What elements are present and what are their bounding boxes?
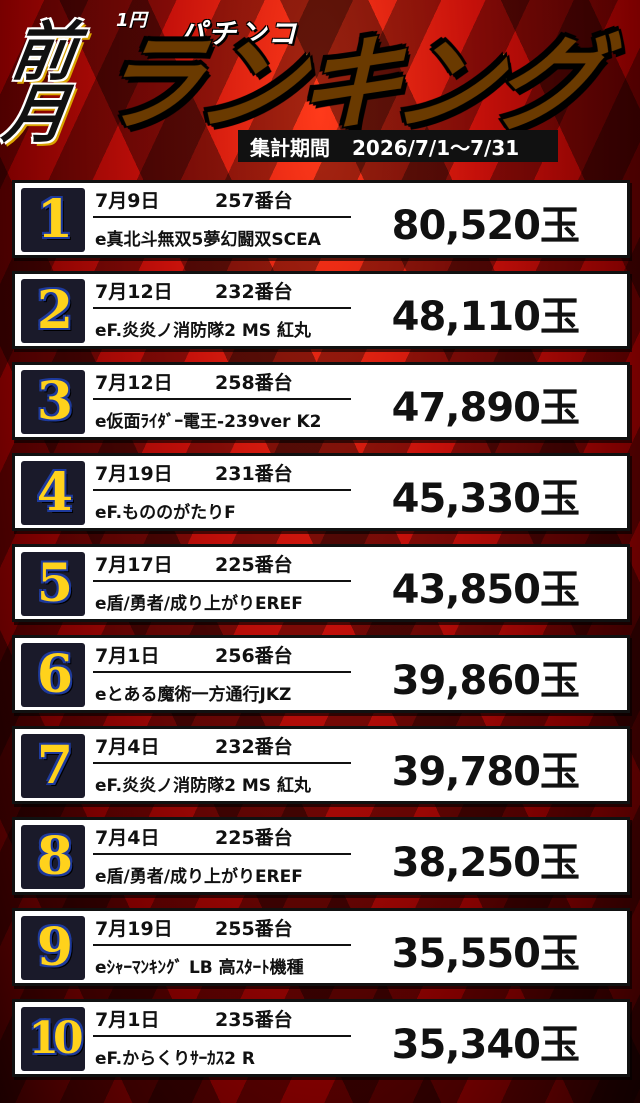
rank-number: 1 xyxy=(36,189,73,250)
rank-number: 2 xyxy=(36,280,73,341)
row-model-name: eF.炎炎ノ消防隊2 MS 紅丸 xyxy=(95,321,311,341)
row-model-name: eF.からくりｻｰｶｽ2 R xyxy=(95,1049,255,1069)
row-payout: 39,860玉 xyxy=(391,658,580,704)
rank-number: 9 xyxy=(36,917,73,978)
row-model-name: eF.炎炎ノ消防隊2 MS 紅丸 xyxy=(95,776,311,796)
ranking-row: 1 7月9日 257番台 e真北斗無双5夢幻闘双SCEA 80,520玉 xyxy=(12,180,630,258)
row-date: 7月9日 xyxy=(95,190,160,212)
ranking-row: 6 7月1日 256番台 eとある魔術一方通行JKZ 39,860玉 xyxy=(12,635,630,713)
row-divider xyxy=(93,489,351,491)
rank-number: 5 xyxy=(36,553,73,614)
row-model-name: eｼｬｰﾏﾝｷﾝｸﾞ LB 高ｽﾀｰﾄ機種 xyxy=(95,958,304,978)
row-machine-number: 232番台 xyxy=(215,736,293,758)
row-payout: 39,780玉 xyxy=(391,749,580,795)
rank-number: 4 xyxy=(36,462,73,523)
ranking-row: 3 7月12日 258番台 e仮面ﾗｲﾀﾞｰ電王-239ver K2 47,890玉 xyxy=(12,362,630,440)
row-machine-number: 258番台 xyxy=(215,372,293,394)
row-date: 7月1日 xyxy=(95,1009,160,1031)
row-divider xyxy=(93,1035,351,1037)
period-value: 2026/7/1～7/31 xyxy=(352,135,520,160)
row-date: 7月12日 xyxy=(95,281,173,303)
row-payout: 48,110玉 xyxy=(391,294,580,340)
row-machine-number: 225番台 xyxy=(215,827,293,849)
row-machine-number: 225番台 xyxy=(215,554,293,576)
row-machine-number: 232番台 xyxy=(215,281,293,303)
row-model-name: e真北斗無双5夢幻闘双SCEA xyxy=(95,230,321,250)
period-label: 集計期間 xyxy=(250,135,330,160)
ranking-row: 9 7月19日 255番台 eｼｬｰﾏﾝｷﾝｸﾞ LB 高ｽﾀｰﾄ機種 35,550玉 xyxy=(12,908,630,986)
ranking-row: 4 7月19日 231番台 eF.もののがたりF 45,330玉 xyxy=(12,453,630,531)
rank-number: 10 xyxy=(28,1013,83,1064)
row-date: 7月19日 xyxy=(95,463,173,485)
ranking-row: 5 7月17日 225番台 e盾/勇者/成り上がりEREF 43,850玉 xyxy=(12,544,630,622)
row-machine-number: 235番台 xyxy=(215,1009,293,1031)
header-banner: 前月 1円 パチンコ ランキング 集計期間 2026/7/1～7/31 xyxy=(0,0,640,168)
header-zengetsu: 前月 xyxy=(0,16,82,152)
row-divider xyxy=(93,671,351,673)
header-ranking-title: ランキング xyxy=(85,20,604,142)
row-divider xyxy=(93,580,351,582)
row-divider xyxy=(93,853,351,855)
row-machine-number: 231番台 xyxy=(215,463,293,485)
rank-badge: 3 xyxy=(21,370,85,434)
rank-badge: 5 xyxy=(21,552,85,616)
rank-badge: 6 xyxy=(21,643,85,707)
row-machine-number: 255番台 xyxy=(215,918,293,940)
row-divider xyxy=(93,307,351,309)
row-payout: 45,330玉 xyxy=(391,476,580,522)
rank-badge: 1 xyxy=(21,188,85,252)
row-machine-number: 256番台 xyxy=(215,645,293,667)
row-payout: 43,850玉 xyxy=(391,567,580,613)
row-machine-number: 257番台 xyxy=(215,190,293,212)
row-model-name: e仮面ﾗｲﾀﾞｰ電王-239ver K2 xyxy=(95,412,322,432)
row-date: 7月1日 xyxy=(95,645,160,667)
rank-number: 3 xyxy=(36,371,73,432)
rank-badge: 2 xyxy=(21,279,85,343)
rank-badge: 9 xyxy=(21,916,85,980)
rank-badge: 10 xyxy=(21,1007,85,1071)
row-divider xyxy=(93,762,351,764)
rank-number: 8 xyxy=(36,826,73,887)
row-divider xyxy=(93,944,351,946)
row-payout: 38,250玉 xyxy=(391,840,580,886)
row-date: 7月19日 xyxy=(95,918,173,940)
rank-number: 7 xyxy=(36,735,73,796)
row-divider xyxy=(93,398,351,400)
row-model-name: e盾/勇者/成り上がりEREF xyxy=(95,594,303,614)
ranking-row: 10 7月1日 235番台 eF.からくりｻｰｶｽ2 R 35,340玉 xyxy=(12,999,630,1077)
row-model-name: eF.もののがたりF xyxy=(95,503,236,523)
period-bar: 集計期間 2026/7/1～7/31 xyxy=(238,130,558,162)
row-model-name: e盾/勇者/成り上がりEREF xyxy=(95,867,303,887)
row-divider xyxy=(93,216,351,218)
row-model-name: eとある魔術一方通行JKZ xyxy=(95,685,292,705)
ranking-row: 7 7月4日 232番台 eF.炎炎ノ消防隊2 MS 紅丸 39,780玉 xyxy=(12,726,630,804)
row-payout: 47,890玉 xyxy=(391,385,580,431)
rank-number: 6 xyxy=(36,644,73,705)
row-payout: 80,520玉 xyxy=(391,203,580,249)
row-date: 7月4日 xyxy=(95,736,160,758)
ranking-row: 2 7月12日 232番台 eF.炎炎ノ消防隊2 MS 紅丸 48,110玉 xyxy=(12,271,630,349)
row-date: 7月4日 xyxy=(95,827,160,849)
ranking-row: 8 7月4日 225番台 e盾/勇者/成り上がりEREF 38,250玉 xyxy=(12,817,630,895)
rank-badge: 4 xyxy=(21,461,85,525)
rank-badge: 7 xyxy=(21,734,85,798)
row-date: 7月12日 xyxy=(95,372,173,394)
row-payout: 35,550玉 xyxy=(391,931,580,977)
row-payout: 35,340玉 xyxy=(391,1022,580,1068)
rank-badge: 8 xyxy=(21,825,85,889)
row-date: 7月17日 xyxy=(95,554,173,576)
